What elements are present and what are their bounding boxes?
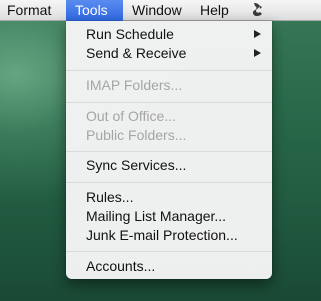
menu-separator: [66, 151, 272, 152]
menu-item-junk-email-protection[interactable]: Junk E-mail Protection...: [66, 226, 272, 245]
menu-bar: Format Tools Window Help: [0, 0, 321, 21]
menu-item-out-of-office: Out of Office...: [66, 107, 272, 126]
menu-item-label: Public Folders...: [86, 127, 187, 143]
menu-item-public-folders: Public Folders...: [66, 126, 272, 145]
script-icon: [245, 2, 271, 19]
menu-help[interactable]: Help: [191, 0, 238, 21]
menu-item-sync-services[interactable]: Sync Services...: [66, 156, 272, 175]
menu-item-run-schedule[interactable]: Run Schedule: [66, 25, 272, 44]
menu-item-mailing-list-manager[interactable]: Mailing List Manager...: [66, 207, 272, 226]
menu-item-label: Sync Services...: [86, 157, 187, 173]
menu-item-rules[interactable]: Rules...: [66, 188, 272, 207]
chevron-right-icon: [254, 30, 261, 38]
menu-item-label: Send & Receive: [86, 45, 187, 61]
script-menu[interactable]: [245, 0, 271, 21]
menu-item-label: Rules...: [86, 189, 134, 205]
menu-separator: [66, 182, 272, 183]
menu-item-label: Run Schedule: [86, 26, 174, 42]
menu-item-accounts[interactable]: Accounts...: [66, 257, 272, 276]
menu-window[interactable]: Window: [123, 0, 191, 21]
menu-tools[interactable]: Tools: [66, 0, 123, 21]
menu-separator: [66, 251, 272, 252]
menu-item-label: Mailing List Manager...: [86, 208, 227, 224]
menu-format[interactable]: Format: [0, 0, 60, 21]
menu-separator: [66, 70, 272, 71]
menu-item-label: IMAP Folders...: [86, 77, 183, 93]
tools-menu-dropdown: Run Schedule Send & Receive IMAP Folders…: [66, 21, 272, 279]
menu-item-label: Accounts...: [86, 258, 156, 274]
menu-item-label: Junk E-mail Protection...: [86, 227, 238, 243]
menu-item-send-receive[interactable]: Send & Receive: [66, 44, 272, 63]
menu-separator: [66, 102, 272, 103]
menu-item-label: Out of Office...: [86, 108, 177, 124]
menu-item-imap-folders: IMAP Folders...: [66, 76, 272, 95]
chevron-right-icon: [254, 49, 261, 57]
